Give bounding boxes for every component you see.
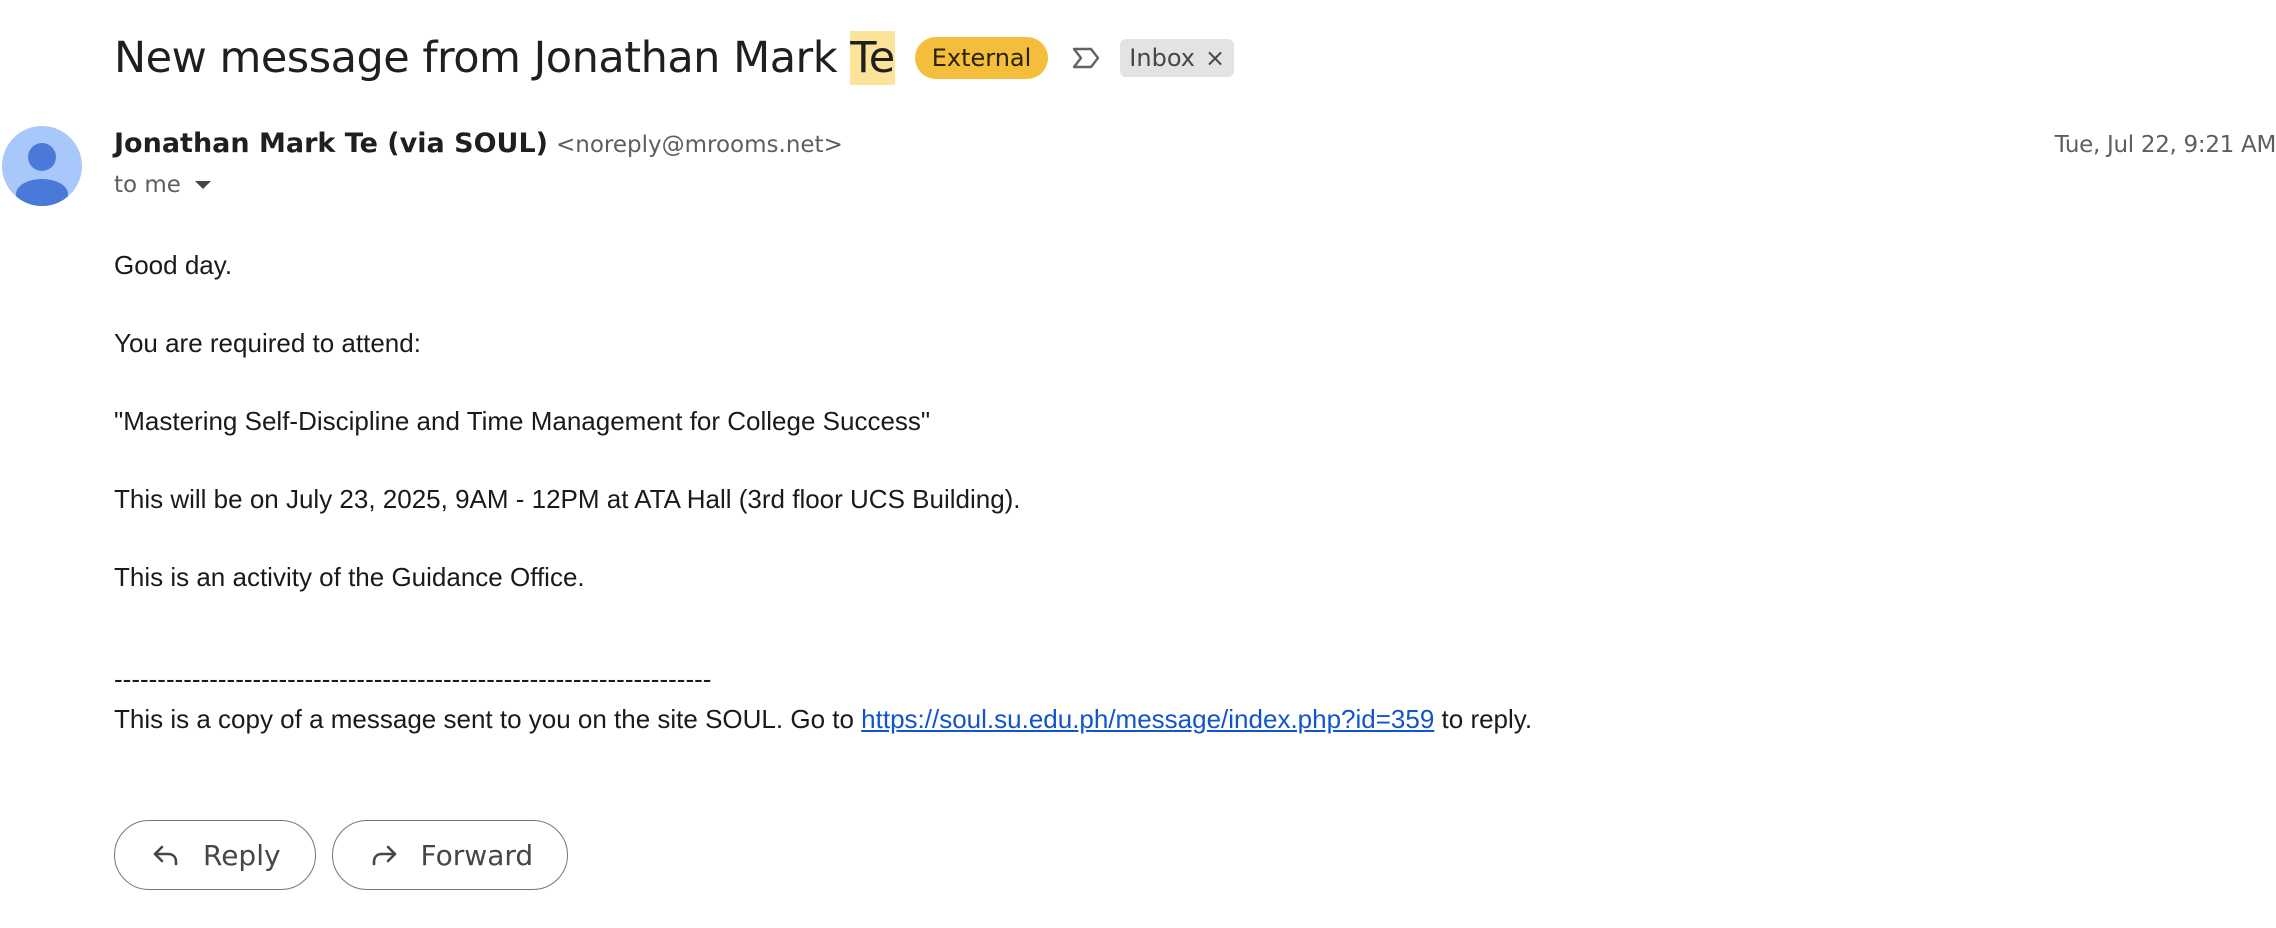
email-view: New message from Jonathan Mark Te Extern…: [0, 0, 2276, 928]
subject-search-highlight: Te: [850, 31, 895, 85]
reply-button[interactable]: Reply: [114, 820, 316, 890]
footer-suffix: to reply.: [1434, 704, 1533, 734]
body-activity: This is an activity of the Guidance Offi…: [114, 562, 585, 592]
body-schedule: This will be on July 23, 2025, 9AM - 12P…: [114, 484, 1021, 514]
body-divider: ----------------------------------------…: [114, 664, 712, 694]
forward-button-label: Forward: [420, 838, 534, 872]
body-greeting: Good day.: [114, 250, 233, 280]
sender-name[interactable]: Jonathan Mark Te (via SOUL): [114, 128, 548, 159]
inbox-label-text: Inbox: [1129, 44, 1195, 72]
body-footer: This is a copy of a message sent to you …: [114, 704, 1532, 734]
forward-button[interactable]: Forward: [331, 820, 569, 890]
body-line: You are required to attend:: [114, 328, 421, 358]
recipient-text: to me: [114, 172, 181, 198]
forward-icon: [372, 845, 396, 866]
external-badge: External: [914, 37, 1049, 79]
importance-marker-icon[interactable]: [1070, 42, 1102, 74]
sender-email: <noreply@mrooms.net>: [556, 132, 843, 158]
body-event-title: "Mastering Self-Discipline and Time Mana…: [114, 406, 931, 436]
message-actions: Reply Forward: [114, 820, 569, 890]
reply-icon: [153, 845, 178, 866]
subject-text: New message from Jonathan Mark: [114, 33, 851, 83]
subject-row: New message from Jonathan Mark Te Extern…: [114, 28, 1235, 88]
recipient-row[interactable]: to me: [114, 172, 211, 198]
sender-avatar: [2, 126, 82, 206]
remove-label-icon[interactable]: ×: [1205, 44, 1225, 72]
person-icon: [16, 143, 68, 206]
inbox-label-chip: Inbox ×: [1120, 39, 1235, 77]
sender-row: Jonathan Mark Te (via SOUL) <noreply@mro…: [114, 128, 843, 159]
email-timestamp: Tue, Jul 22, 9:21 AM: [2054, 132, 2276, 158]
email-subject: New message from Jonathan Mark Te: [114, 31, 895, 85]
recipient-details-chevron-down-icon[interactable]: [194, 181, 211, 189]
footer-prefix: This is a copy of a message sent to you …: [114, 704, 862, 734]
footer-reply-link[interactable]: https://soul.su.edu.ph/message/index.php…: [861, 704, 1434, 734]
reply-button-label: Reply: [203, 838, 281, 872]
